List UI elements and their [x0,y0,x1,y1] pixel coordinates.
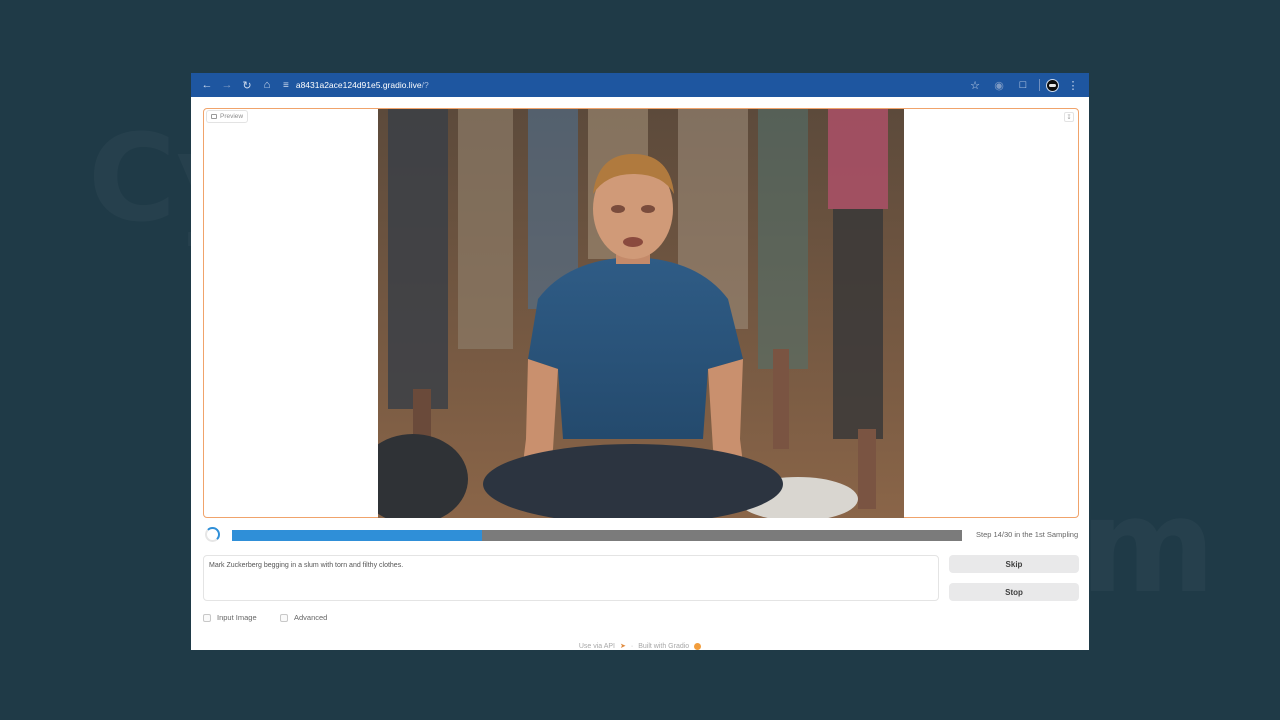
stop-button[interactable]: Stop [949,583,1079,601]
home-icon[interactable]: ⌂ [257,75,277,95]
rocket-icon: ➤ [620,643,626,650]
prompt-input[interactable]: Mark Zuckerberg begging in a slum with t… [203,555,939,601]
advanced-option[interactable]: Advanced [280,613,327,622]
progress-bar [232,530,962,541]
image-icon [211,114,217,119]
use-api-link[interactable]: Use via API [579,643,615,650]
gradio-logo-icon [694,642,702,650]
footer-separator: · [630,642,634,650]
watermark-right: m [1080,470,1215,622]
progress-bar-fill [232,530,482,541]
input-image-checkbox[interactable] [203,613,211,622]
browser-window: ← → ↻ ⌂ ≡ a8431a2ace124d91e5.gradio.live… [191,73,1089,650]
microphone-icon[interactable]: ◉ [989,75,1009,95]
preview-panel: Preview ↧ [203,108,1079,518]
preview-label: Preview [206,110,249,123]
profile-avatar-icon[interactable] [1046,78,1059,92]
advanced-checkbox[interactable] [280,613,288,622]
gradio-app: Preview ↧ Step 14/30 in the 1st Sampling… [191,97,1089,650]
url-host: a8431a2ace124d91e5.gradio.live [295,80,422,90]
preview-label-text: Preview [220,113,244,120]
extensions-icon[interactable]: □ [1013,75,1033,95]
url-path: /? [421,80,429,90]
browser-toolbar: ← → ↻ ⌂ ≡ a8431a2ace124d91e5.gradio.live… [191,73,1089,97]
download-icon[interactable]: ↧ [1064,112,1074,122]
menu-kebab-icon[interactable]: ⋮ [1063,75,1083,95]
built-with-gradio-link[interactable]: Built with Gradio [638,643,689,650]
back-icon[interactable]: ← [197,75,217,95]
input-image-label: Input Image [217,613,257,622]
progress-step-text: Step 14/30 in the 1st Sampling [976,530,1079,539]
site-settings-icon[interactable]: ≡ [283,80,289,91]
progress-section: Step 14/30 in the 1st Sampling [203,527,1079,543]
forward-icon[interactable]: → [217,75,237,95]
reload-icon[interactable]: ↻ [237,75,257,95]
address-bar[interactable]: ≡ a8431a2ace124d91e5.gradio.live/? [283,80,965,91]
loading-spinner-icon [205,527,220,542]
toolbar-divider [1039,79,1040,91]
input-image-option[interactable]: Input Image [203,613,257,622]
advanced-label: Advanced [294,613,328,622]
bookmark-star-icon[interactable]: ☆ [965,75,985,95]
footer: Use via API ➤ · Built with Gradio [191,642,1089,650]
skip-button[interactable]: Skip [949,555,1079,573]
generated-image [378,109,904,518]
